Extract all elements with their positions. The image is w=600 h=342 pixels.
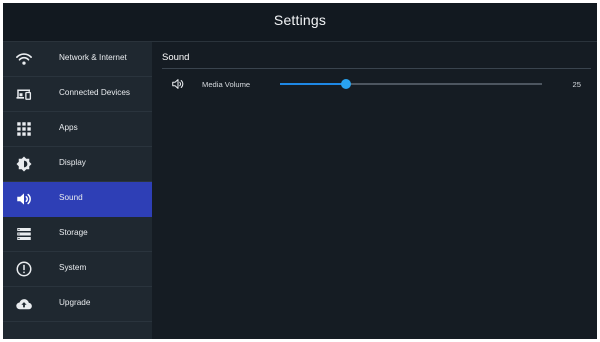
connected-devices-icon [16, 89, 32, 100]
brightness-icon [16, 156, 32, 172]
sidebar-item-label: Upgrade [59, 298, 91, 307]
sidebar-item-label: Apps [59, 123, 78, 132]
sidebar-item-connected-devices[interactable]: Connected Devices [3, 77, 152, 112]
sidebar-item-label: Connected Devices [59, 88, 130, 97]
sidebar-item-sound[interactable]: Sound [3, 182, 152, 217]
section-divider [162, 68, 591, 69]
wifi-icon [16, 53, 32, 65]
main-panel: Sound Media Volume 25 [152, 42, 597, 339]
media-volume-row: Media Volume 25 [162, 72, 591, 96]
sidebar-item-label: Display [59, 158, 86, 167]
sidebar: Network & Internet Connected Devices App… [3, 42, 152, 339]
volume-icon [172, 79, 184, 89]
info-icon [16, 261, 32, 277]
sidebar-item-system[interactable]: System [3, 252, 152, 287]
cloud-upload-icon [16, 299, 32, 310]
settings-screen: Settings Network & Internet Connected De… [3, 3, 597, 339]
media-volume-value: 25 [572, 80, 581, 89]
sidebar-item-label: Network & Internet [59, 53, 127, 62]
slider-fill [280, 83, 346, 85]
section-title: Sound [162, 52, 190, 63]
media-volume-slider[interactable] [280, 76, 542, 92]
sidebar-item-upgrade[interactable]: Upgrade [3, 287, 152, 322]
apps-grid-icon [17, 122, 31, 136]
storage-icon [17, 228, 31, 240]
top-bar: Settings [3, 3, 597, 42]
sidebar-item-label: Sound [59, 193, 83, 202]
sidebar-item-display[interactable]: Display [3, 147, 152, 182]
page-title: Settings [273, 12, 327, 28]
sidebar-item-network[interactable]: Network & Internet [3, 42, 152, 77]
slider-thumb[interactable] [340, 79, 351, 89]
sidebar-item-label: Storage [59, 228, 88, 237]
sidebar-item-storage[interactable]: Storage [3, 217, 152, 252]
sidebar-item-apps[interactable]: Apps [3, 112, 152, 147]
media-volume-label: Media Volume [202, 80, 251, 89]
sidebar-item-label: System [59, 263, 87, 272]
speaker-icon [17, 193, 31, 205]
